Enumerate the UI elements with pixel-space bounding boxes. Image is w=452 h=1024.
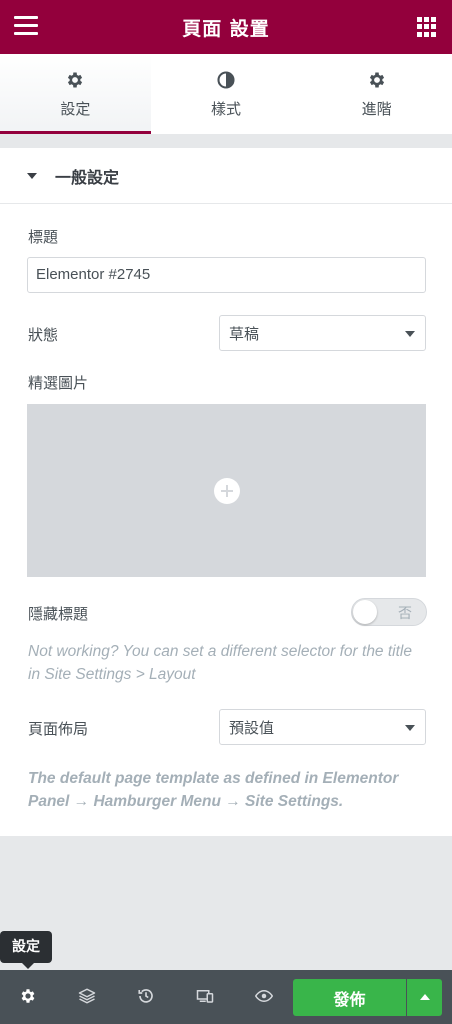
tab-settings-label: 設定 xyxy=(60,99,91,118)
publish-options-button[interactable] xyxy=(407,979,442,1016)
plus-circle-icon xyxy=(214,478,240,504)
gear-icon xyxy=(68,72,83,87)
panel-header: 頁面 設置 xyxy=(0,0,452,54)
section-toggle-general[interactable]: 一般設定 xyxy=(0,148,452,204)
hide-title-note: Not working? You can set a different sel… xyxy=(28,643,412,683)
status-select-value: 草稿 xyxy=(229,324,260,343)
title-label: 標題 xyxy=(28,228,59,246)
layers-icon[interactable] xyxy=(78,987,96,1005)
tab-settings[interactable]: 設定 xyxy=(0,54,151,134)
featured-image-label: 精選圖片 xyxy=(28,374,89,392)
caret-down-icon xyxy=(27,172,37,179)
select-arrow-icon xyxy=(405,725,415,731)
hide-title-label: 隱藏標題 xyxy=(28,605,89,623)
panel-title: 頁面 設置 xyxy=(182,17,270,40)
section-title: 一般設定 xyxy=(55,167,120,187)
tab-style-label: 樣式 xyxy=(211,99,242,118)
hamburger-menu-icon[interactable] xyxy=(14,16,38,36)
hide-title-toggle[interactable]: 否 xyxy=(351,598,427,626)
settings-tabs: 設定 樣式 進階 xyxy=(0,54,452,134)
responsive-devices-icon[interactable] xyxy=(196,987,214,1005)
page-layout-label: 頁面佈局 xyxy=(28,720,89,738)
page-layout-select-value: 預設值 xyxy=(229,718,275,737)
page-layout-note: The default page template as defined in … xyxy=(28,770,399,810)
toggle-knob xyxy=(353,600,377,624)
history-icon[interactable] xyxy=(137,987,155,1005)
tab-advanced[interactable]: 進階 xyxy=(301,54,452,134)
advanced-gear-icon xyxy=(369,72,384,87)
publish-button[interactable]: 發佈 xyxy=(293,979,406,1016)
tab-advanced-label: 進階 xyxy=(361,99,392,118)
caret-up-icon xyxy=(420,994,430,1000)
toggle-state-text: 否 xyxy=(398,606,412,622)
status-select[interactable]: 草稿 xyxy=(219,315,426,351)
featured-image-picker[interactable] xyxy=(27,404,426,577)
select-arrow-icon xyxy=(405,331,415,337)
status-label: 狀態 xyxy=(28,326,59,344)
settings-gear-icon[interactable] xyxy=(19,987,37,1005)
widgets-grid-icon[interactable] xyxy=(417,17,437,37)
page-layout-select[interactable]: 預設值 xyxy=(219,709,426,745)
settings-tooltip: 設定 xyxy=(0,931,52,969)
title-input[interactable]: Elementor #2745 xyxy=(27,257,426,293)
eye-preview-icon[interactable] xyxy=(255,987,273,1005)
tab-style[interactable]: 樣式 xyxy=(151,54,302,134)
adjust-icon xyxy=(217,70,235,89)
